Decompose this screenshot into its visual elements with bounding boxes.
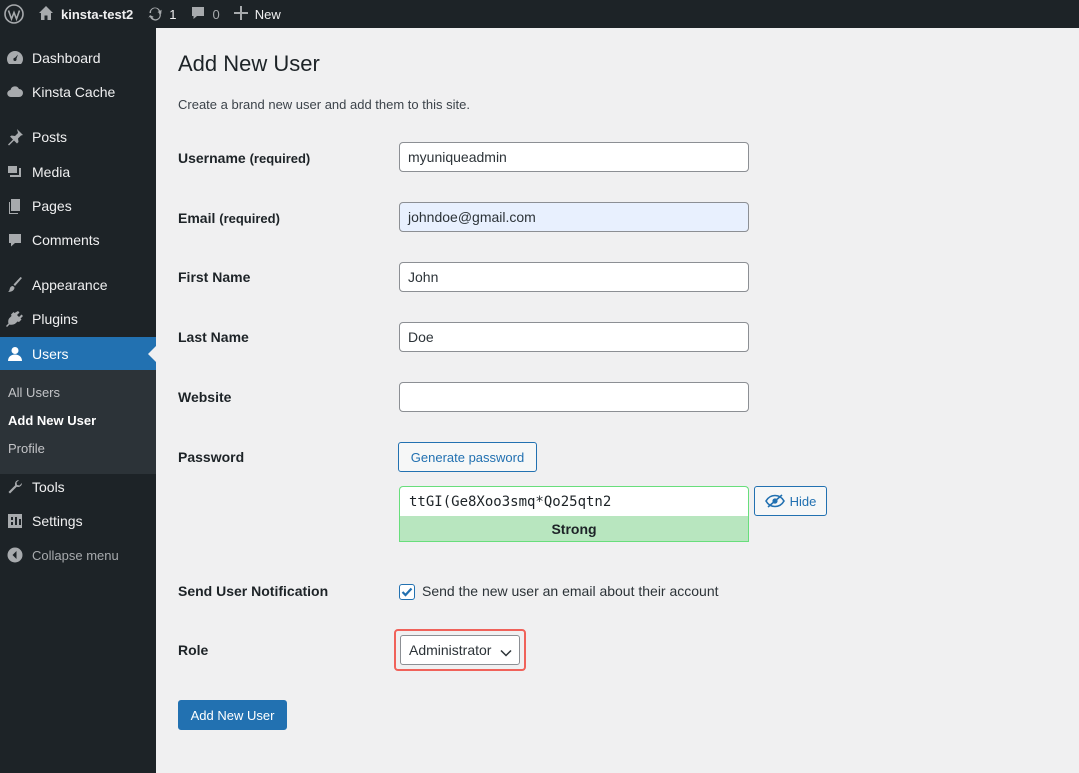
comments-link[interactable]: 0 — [183, 0, 226, 28]
sidebar-item-label: Appearance — [32, 277, 108, 293]
new-label: New — [254, 6, 281, 22]
sidebar-item-dashboard[interactable]: Dashboard — [0, 41, 156, 75]
comments-count: 0 — [212, 6, 220, 22]
email-label: Email (required) — [178, 210, 280, 226]
password-field[interactable]: ttGI(Ge8Xoo3smq*Qo25qtn2 — [399, 486, 749, 517]
sidebar-item-kinsta-cache[interactable]: Kinsta Cache — [0, 75, 156, 109]
pin-icon — [5, 127, 25, 147]
sidebar-item-label: Media — [32, 164, 71, 180]
role-label: Role — [178, 642, 209, 658]
required-note: (required) — [219, 211, 280, 226]
sidebar-item-posts[interactable]: Posts — [0, 120, 156, 154]
sidebar-item-plugins[interactable]: Plugins — [0, 302, 156, 336]
sidebar-item-label: Settings — [32, 513, 83, 529]
sidebar-item-media[interactable]: Media — [0, 155, 156, 189]
sidebar-item-label: Pages — [32, 198, 72, 214]
comment-bubble-icon — [190, 5, 206, 24]
sidebar-item-comments[interactable]: Comments — [0, 223, 156, 257]
collapse-menu-button[interactable]: Collapse menu — [0, 538, 156, 572]
chevron-down-icon — [500, 645, 512, 661]
page-description: Create a brand new user and add them to … — [178, 97, 470, 112]
user-icon — [5, 344, 25, 364]
admin-sidebar: Dashboard Kinsta Cache Posts Media Pages… — [0, 28, 156, 773]
checkmark-icon — [401, 587, 413, 597]
notification-label: Send User Notification — [178, 583, 329, 599]
sidebar-item-tools[interactable]: Tools — [0, 470, 156, 504]
sidebar-item-label: Kinsta Cache — [32, 84, 116, 100]
refresh-icon — [147, 5, 163, 24]
username-field[interactable]: myuniqueadmin — [399, 142, 749, 172]
generate-password-button[interactable]: Generate password — [398, 442, 537, 472]
admin-bar: kinsta-test2 1 0 New — [0, 0, 1079, 28]
sidebar-item-label: Plugins — [32, 311, 78, 327]
required-note: (required) — [249, 151, 311, 166]
settings-icon — [5, 511, 25, 531]
plugin-icon — [5, 309, 25, 329]
sidebar-item-label: Users — [32, 346, 69, 362]
cloud-icon — [5, 82, 25, 102]
new-content-link[interactable]: New — [227, 0, 288, 28]
site-name-link[interactable]: kinsta-test2 — [34, 0, 140, 28]
site-name: kinsta-test2 — [61, 6, 134, 22]
collapse-menu-label: Collapse menu — [32, 547, 119, 563]
password-label: Password — [178, 449, 245, 465]
username-label: Username (required) — [178, 150, 311, 166]
first-name-field[interactable]: John — [399, 262, 749, 292]
website-label: Website — [178, 389, 232, 405]
wrench-icon — [5, 477, 25, 497]
sidebar-item-appearance[interactable]: Appearance — [0, 268, 156, 302]
sidebar-item-label: Comments — [32, 232, 100, 248]
comment-icon — [5, 230, 25, 250]
media-icon — [5, 162, 25, 182]
sidebar-item-label: Dashboard — [32, 50, 101, 66]
submenu-item-add-new-user[interactable]: Add New User — [8, 413, 96, 428]
last-name-label: Last Name — [178, 329, 249, 345]
first-name-label: First Name — [178, 269, 251, 285]
hide-password-button[interactable]: Hide — [754, 486, 827, 516]
collapse-arrow-icon — [5, 545, 25, 565]
role-selected-value: Administrator — [409, 642, 492, 658]
updates-count: 1 — [169, 6, 177, 22]
password-strength-meter: Strong — [399, 516, 749, 542]
page-title: Add New User — [178, 51, 320, 76]
add-new-user-button[interactable]: Add New User — [178, 700, 287, 730]
website-field[interactable] — [399, 382, 749, 412]
updates-link[interactable]: 1 — [140, 0, 183, 28]
submenu-item-all-users[interactable]: All Users — [8, 385, 60, 400]
sidebar-item-users[interactable]: Users — [0, 337, 156, 371]
sidebar-item-pages[interactable]: Pages — [0, 189, 156, 223]
last-name-field[interactable]: Doe — [399, 322, 749, 352]
plus-icon — [233, 5, 248, 23]
brush-icon — [5, 275, 25, 295]
role-select[interactable]: Administrator — [400, 635, 520, 665]
notification-checkbox-label[interactable]: Send the new user an email about their a… — [422, 583, 719, 599]
hide-label: Hide — [789, 493, 817, 509]
eye-slash-icon — [764, 494, 785, 508]
send-notification-checkbox[interactable] — [399, 584, 415, 600]
dashboard-icon — [5, 48, 25, 68]
users-submenu: All Users Add New User Profile — [0, 370, 156, 474]
email-field[interactable]: johndoe@gmail.com — [399, 202, 749, 232]
submenu-item-profile[interactable]: Profile — [8, 441, 45, 456]
pages-icon — [5, 196, 25, 216]
sidebar-item-label: Tools — [32, 479, 65, 495]
sidebar-item-label: Posts — [32, 129, 68, 145]
wordpress-logo-icon[interactable] — [0, 0, 34, 28]
sidebar-item-settings[interactable]: Settings — [0, 504, 156, 538]
home-icon — [38, 5, 54, 24]
